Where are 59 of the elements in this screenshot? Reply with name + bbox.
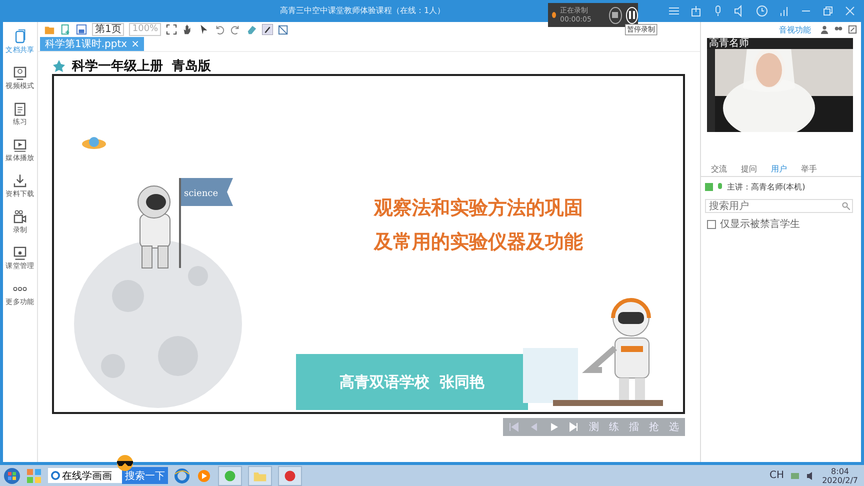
start-icon[interactable] [4,468,20,484]
page-selector[interactable]: 第1页 [92,23,124,36]
circle-app-icon [283,468,297,482]
slide-title: 及常用的实验仪器及功能 [374,230,583,255]
fullscreen-icon[interactable] [166,24,178,35]
eraser-icon[interactable] [246,24,258,35]
folder-icon[interactable] [44,24,55,35]
presenter-name: 主讲：高青名师(本机) [727,182,806,193]
language-indicator[interactable]: CH [770,470,784,481]
hand-icon[interactable] [182,24,194,35]
sidebar-icon[interactable] [12,245,28,261]
clock-icon[interactable] [756,5,768,17]
muted-filter-label: 仅显示被禁言学生 [720,218,800,231]
browser-icon [51,471,60,480]
author-banner: 高青双语学校 张同艳 [296,354,528,410]
menu-icon[interactable] [668,5,680,17]
sidebar-icon[interactable] [12,209,28,225]
share-icon[interactable] [690,5,702,17]
signal-icon [778,5,790,17]
muted-filter-checkbox[interactable] [707,220,716,228]
pause-icon [628,11,636,19]
browser-icon[interactable] [174,468,190,484]
slide-heading: 科学一年级上册 青岛版 [72,58,212,75]
slide-title: 观察法和实验方法的巩固 [374,196,583,221]
media-player-icon[interactable] [196,468,212,484]
stop-button[interactable] [609,6,622,24]
taskbar-app[interactable] [218,466,242,486]
save-icon[interactable] [76,24,87,35]
restore-icon[interactable] [822,5,834,17]
star-logo-icon [52,59,66,73]
taskbar-app[interactable] [278,466,302,486]
av-settings-link[interactable]: 音视功能 [779,24,811,36]
close-icon[interactable] [844,5,856,17]
next-page-icon[interactable] [569,422,579,432]
taskbar-clock[interactable]: 8:04 2020/2/7 [822,466,858,484]
user-search-field[interactable]: 搜索用户 [705,199,853,213]
sidebar-icon[interactable] [12,173,28,189]
undo-icon[interactable] [214,24,226,35]
panel-tab[interactable]: 提问 [738,163,760,175]
play-icon[interactable] [549,422,559,432]
popout-icon[interactable] [848,25,857,34]
add-page-icon[interactable] [60,24,71,35]
sidebar-icon[interactable] [12,65,28,81]
microphone-icon [716,183,724,191]
redo-icon[interactable] [230,24,242,35]
sidebar-icon[interactable] [12,101,28,117]
pen-icon[interactable] [262,24,274,35]
sidebar-icon[interactable] [12,137,28,153]
panel-tab[interactable]: 举手 [798,163,820,175]
person-icon[interactable] [820,25,829,34]
search-button[interactable]: 搜索一下 [122,467,168,484]
panel-tab[interactable]: 交流 [708,163,730,175]
stop-icon [612,12,618,18]
screenshot-icon[interactable] [278,24,290,35]
taskbar-search-box[interactable]: 在线学画画 [48,468,122,483]
pointer-icon[interactable] [198,24,210,35]
search-icon[interactable] [842,202,850,210]
panel-tab[interactable]: 用户 [768,163,790,175]
window-title: 高青三中空中课堂教师体验课程（在线：1人） [280,5,446,16]
